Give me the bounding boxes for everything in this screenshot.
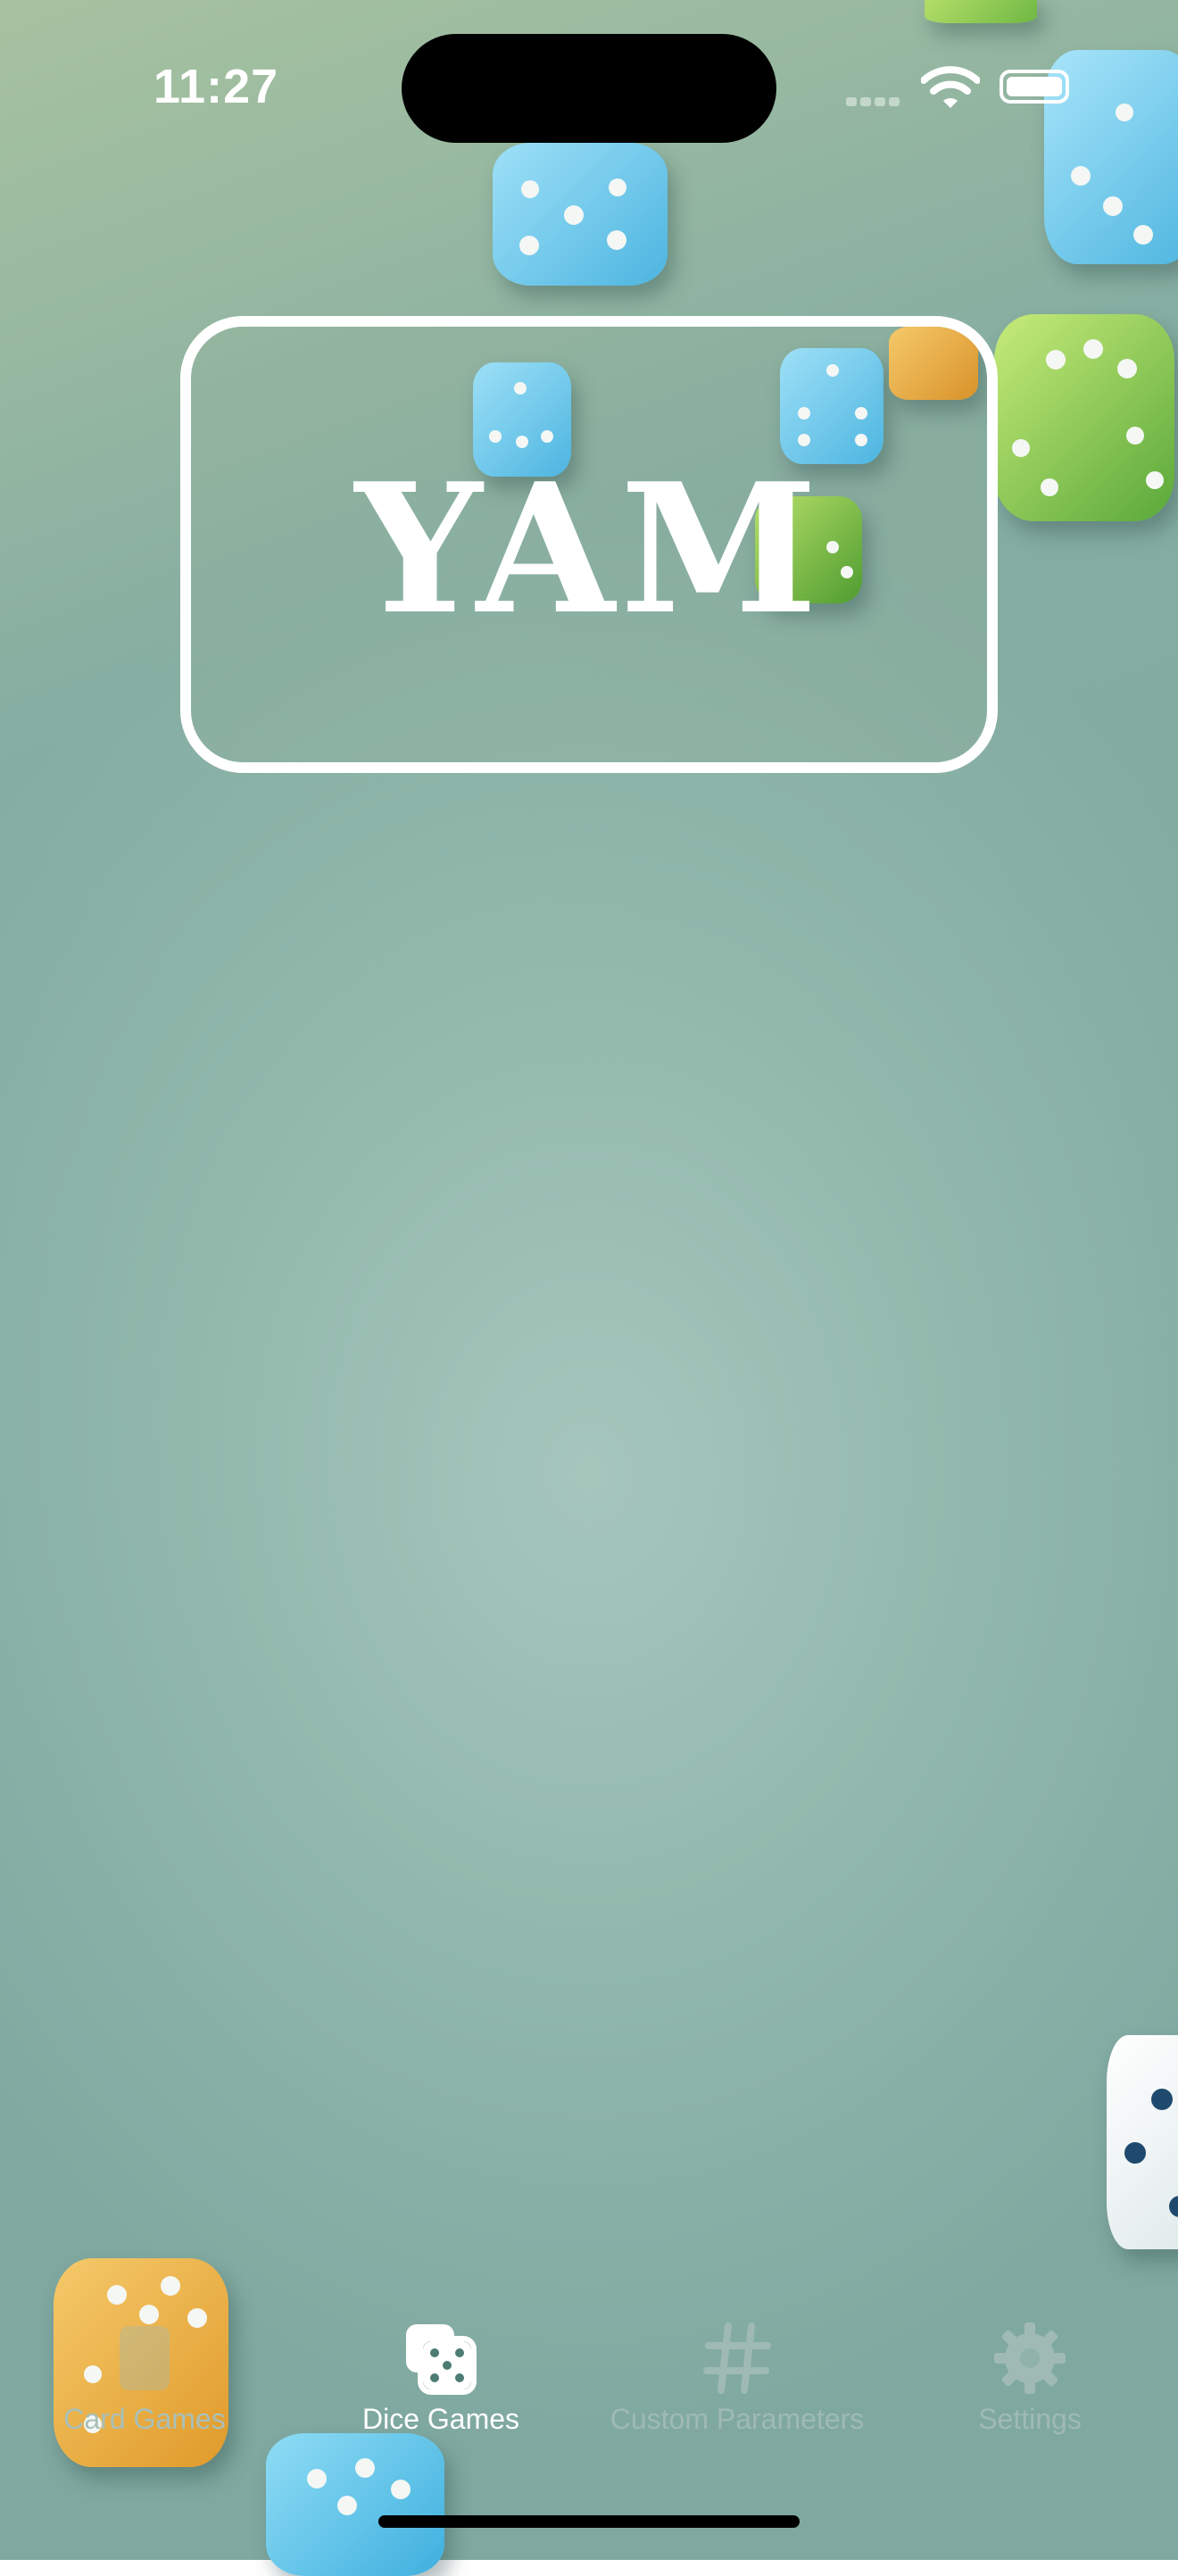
die-green-right — [994, 314, 1174, 521]
tab-label-settings: Settings — [978, 2403, 1082, 2435]
hashtag-icon — [703, 2323, 771, 2394]
dynamic-island — [402, 34, 776, 143]
wifi-icon — [921, 66, 980, 108]
tab-dice-games[interactable]: Dice Games — [307, 2321, 575, 2436]
tab-label-custom-parameters: Custom Parameters — [610, 2403, 865, 2435]
die-white-right — [1107, 2035, 1178, 2249]
game-title: YAM — [354, 445, 824, 654]
die-blue-top — [493, 143, 668, 286]
yam-game-card[interactable]: YAM — [180, 316, 998, 773]
home-indicator[interactable] — [378, 2515, 800, 2528]
cellular-signal-icon — [846, 95, 903, 111]
die-blue-bottom — [266, 2433, 444, 2576]
dice-icon — [406, 2324, 477, 2395]
tab-settings[interactable]: Settings — [896, 2321, 1164, 2436]
card-games-icon — [120, 2326, 170, 2390]
tab-custom-parameters[interactable]: Custom Parameters — [603, 2321, 871, 2436]
die-green-top — [925, 0, 1037, 23]
die-orange-card — [889, 327, 978, 400]
battery-icon — [1000, 70, 1069, 104]
tab-card-games[interactable]: Card Games — [11, 2321, 278, 2436]
status-time: 11:27 — [153, 60, 279, 113]
tab-label-card-games: Card Games — [63, 2403, 226, 2435]
gear-icon — [994, 2323, 1066, 2394]
tab-label-dice-games: Dice Games — [361, 2403, 520, 2435]
